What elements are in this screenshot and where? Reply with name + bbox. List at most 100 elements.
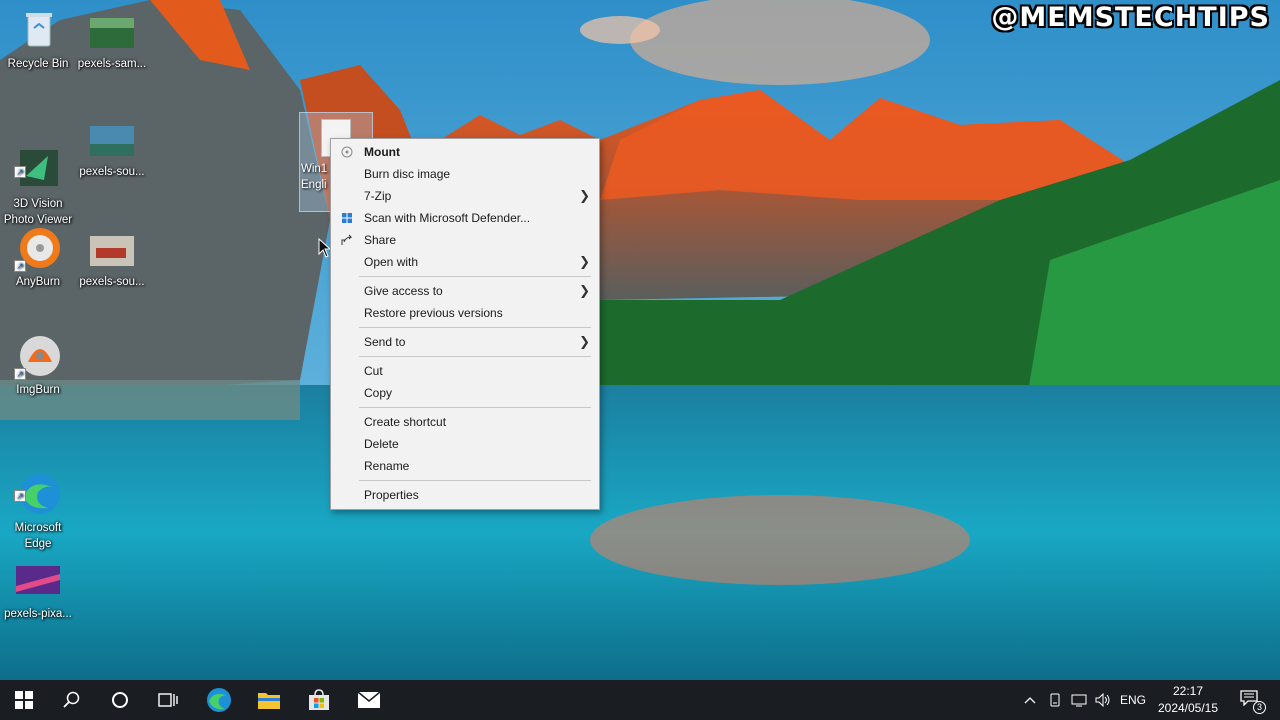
menu-item-label: Cut	[364, 364, 383, 378]
show-hidden-icons-button[interactable]	[1020, 680, 1040, 720]
desktop-wallpaper	[0, 0, 1280, 680]
desktop-icon-microsoft-edge[interactable]: ↗ Microsoft Edge	[0, 438, 76, 568]
search-button[interactable]	[48, 680, 96, 720]
cortana-circle-icon	[112, 692, 128, 708]
menu-item-label: Properties	[364, 488, 419, 502]
shortcut-arrow-icon: ↗	[14, 490, 26, 502]
desktop-icon-pexels-sou-2[interactable]: pexels-sou...	[74, 224, 150, 290]
menu-item-label: Copy	[364, 386, 393, 400]
desktop-icon-label: AnyBurn	[15, 276, 61, 288]
anyburn-disc-icon: ↗	[14, 224, 62, 272]
menu-item-copy[interactable]: Copy	[331, 382, 599, 404]
menu-item-label: Send to	[364, 335, 406, 349]
desktop-icon-label: ImgBurn	[16, 384, 60, 396]
clock-date: 2024/05/15	[1157, 701, 1219, 715]
menu-item-mount[interactable]: Mount	[331, 141, 599, 163]
disc-icon	[341, 146, 353, 158]
chevron-up-icon	[1024, 697, 1036, 704]
menu-item-create-shortcut[interactable]: Create shortcut	[331, 411, 599, 433]
shortcut-arrow-icon: ↗	[14, 260, 26, 272]
share-icon	[341, 234, 353, 246]
edge-icon	[207, 688, 231, 712]
desktop-icon-pexels-sou-1[interactable]: pexels-sou...	[74, 114, 150, 180]
task-view-button[interactable]	[144, 680, 192, 720]
desktop-icon-pexels-sam[interactable]: pexels-sam...	[74, 6, 150, 72]
defender-icon	[341, 212, 353, 224]
menu-item-label: Scan with Microsoft Defender...	[364, 211, 531, 225]
file-context-menu: Mount Burn disc image 7-Zip ❯ Scan with …	[330, 138, 600, 510]
tray-network-button[interactable]	[1068, 680, 1090, 720]
chevron-right-icon: ❯	[579, 283, 590, 298]
desktop-icon-label: pexels-sou...	[79, 276, 145, 288]
menu-item-label: Open with	[364, 255, 419, 269]
menu-item-properties[interactable]: Properties	[331, 484, 599, 506]
chevron-right-icon: ❯	[579, 188, 590, 203]
shortcut-arrow-icon: ↗	[14, 166, 26, 178]
channel-watermark: @MEMSTECHTIPS	[991, 2, 1270, 33]
desktop-icon-label: pexels-sou...	[79, 166, 145, 178]
menu-item-label: Create shortcut	[364, 415, 447, 429]
desktop-icon-label: Microsoft Edge	[14, 522, 62, 550]
recycle-bin-icon	[14, 6, 62, 54]
image-thumbnail-icon	[88, 224, 136, 272]
desktop-icon-anyburn[interactable]: ↗ AnyBurn	[0, 224, 76, 290]
edge-icon: ↗	[14, 454, 62, 514]
menu-item-7-zip[interactable]: 7-Zip ❯	[331, 185, 599, 207]
store-bag-icon	[309, 689, 329, 710]
menu-item-give-access-to[interactable]: Give access to ❯	[331, 280, 599, 302]
input-language-button[interactable]: ENG	[1116, 680, 1150, 720]
desktop-icon-pexels-pixa[interactable]: pexels-pixa...	[0, 556, 76, 622]
tray-device-button[interactable]	[1044, 680, 1066, 720]
menu-item-open-with[interactable]: Open with ❯	[331, 251, 599, 273]
chevron-right-icon: ❯	[579, 334, 590, 349]
device-icon	[1050, 693, 1060, 707]
desktop-icon-imgburn[interactable]: ↗ ImgBurn	[0, 332, 76, 398]
search-icon	[63, 691, 80, 708]
taskbar-file-explorer-button[interactable]	[245, 680, 293, 720]
menu-separator	[359, 356, 591, 357]
menu-separator	[359, 480, 591, 481]
windows-logo-icon	[15, 691, 33, 709]
menu-item-scan-defender[interactable]: Scan with Microsoft Defender...	[331, 207, 599, 229]
menu-item-label: Mount	[364, 145, 400, 159]
menu-item-label: Share	[364, 233, 397, 247]
desktop-icon-label: pexels-sam...	[77, 58, 147, 70]
menu-item-label: Give access to	[364, 284, 443, 298]
menu-item-share[interactable]: Share	[331, 229, 599, 251]
image-thumbnail-icon	[88, 114, 136, 162]
clock-button[interactable]: 22:17 2024/05/15	[1148, 683, 1228, 717]
taskbar-edge-button[interactable]	[195, 680, 243, 720]
clock-time: 22:17	[1172, 684, 1204, 698]
taskbar-store-button[interactable]	[295, 680, 343, 720]
menu-separator	[359, 276, 591, 277]
desktop-icon-label: Recycle Bin	[7, 58, 69, 70]
menu-item-label: Burn disc image	[364, 167, 451, 181]
start-button[interactable]	[0, 680, 48, 720]
mail-icon	[357, 691, 381, 708]
imgburn-disc-icon: ↗	[14, 332, 62, 380]
menu-item-cut[interactable]: Cut	[331, 360, 599, 382]
menu-item-label: Restore previous versions	[364, 306, 503, 320]
menu-item-burn-disc-image[interactable]: Burn disc image	[331, 163, 599, 185]
menu-item-restore-previous-versions[interactable]: Restore previous versions	[331, 302, 599, 324]
menu-item-rename[interactable]: Rename	[331, 455, 599, 477]
taskbar-mail-button[interactable]	[345, 680, 393, 720]
image-thumbnail-icon	[14, 556, 62, 604]
tray-volume-button[interactable]	[1092, 680, 1114, 720]
desktop-icon-recycle-bin[interactable]: Recycle Bin	[0, 6, 76, 72]
menu-separator	[359, 407, 591, 408]
menu-item-label: Rename	[364, 459, 410, 473]
chevron-right-icon: ❯	[579, 254, 590, 269]
image-thumbnail-icon	[88, 6, 136, 54]
shortcut-arrow-icon: ↗	[14, 368, 26, 380]
menu-item-send-to[interactable]: Send to ❯	[331, 331, 599, 353]
desktop-icon-label: pexels-pixa...	[4, 608, 72, 620]
menu-separator	[359, 327, 591, 328]
network-icon	[1071, 694, 1087, 707]
task-view-icon	[158, 693, 178, 707]
menu-item-delete[interactable]: Delete	[331, 433, 599, 455]
notification-center-button[interactable]: 3	[1232, 680, 1268, 720]
speaker-icon	[1095, 693, 1110, 707]
taskbar: ENG 22:17 2024/05/15 3	[0, 680, 1280, 720]
cortana-button[interactable]	[96, 680, 144, 720]
